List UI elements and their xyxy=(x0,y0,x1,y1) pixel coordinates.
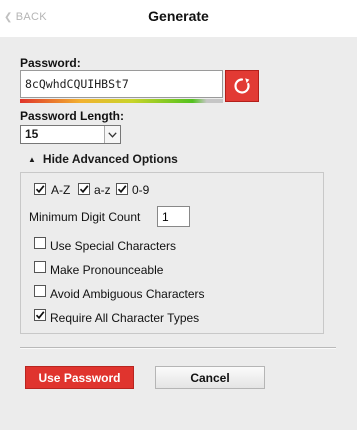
refresh-icon xyxy=(234,78,250,94)
cancel-button[interactable]: Cancel xyxy=(155,366,265,389)
checkmark-icon xyxy=(35,311,45,320)
divider xyxy=(20,347,336,349)
min-digit-count-input[interactable] xyxy=(157,206,190,227)
pronounceable-checkbox[interactable] xyxy=(34,261,46,273)
checkmark-icon xyxy=(79,185,89,194)
triangle-up-icon: ▲ xyxy=(28,154,36,164)
digits-label: 0-9 xyxy=(132,183,150,197)
special-characters-label: Use Special Characters xyxy=(50,239,177,253)
lowercase-label: a-z xyxy=(94,183,111,197)
header-bar: ❮ BACK Generate xyxy=(0,0,357,37)
checkmark-icon xyxy=(117,185,127,194)
special-characters-checkbox[interactable] xyxy=(34,237,46,249)
pronounceable-label: Make Pronounceable xyxy=(50,263,164,277)
avoid-ambiguous-checkbox[interactable] xyxy=(34,285,46,297)
lowercase-checkbox[interactable] xyxy=(78,183,90,195)
uppercase-checkbox[interactable] xyxy=(34,183,46,195)
chevron-down-icon xyxy=(104,126,120,143)
length-selected-value: 15 xyxy=(25,127,39,141)
advanced-options-toggle[interactable]: ▲ Hide Advanced Options xyxy=(28,152,178,166)
advanced-toggle-label: Hide Advanced Options xyxy=(42,152,178,166)
password-length-select[interactable]: 15 xyxy=(20,125,121,144)
min-digit-label: Minimum Digit Count xyxy=(29,210,141,224)
checkmark-icon xyxy=(35,185,45,194)
use-password-button[interactable]: Use Password xyxy=(25,366,134,389)
password-strength-meter xyxy=(20,99,223,103)
require-all-types-label: Require All Character Types xyxy=(50,311,200,325)
uppercase-label: A-Z xyxy=(51,183,71,197)
require-all-types-checkbox[interactable] xyxy=(34,309,46,321)
length-label: Password Length: xyxy=(20,109,125,123)
password-label: Password: xyxy=(20,56,81,70)
digits-checkbox[interactable] xyxy=(116,183,128,195)
password-field[interactable] xyxy=(20,70,223,98)
regenerate-button[interactable] xyxy=(225,70,259,102)
page-title: Generate xyxy=(148,8,209,24)
avoid-ambiguous-label: Avoid Ambiguous Characters xyxy=(50,287,205,301)
